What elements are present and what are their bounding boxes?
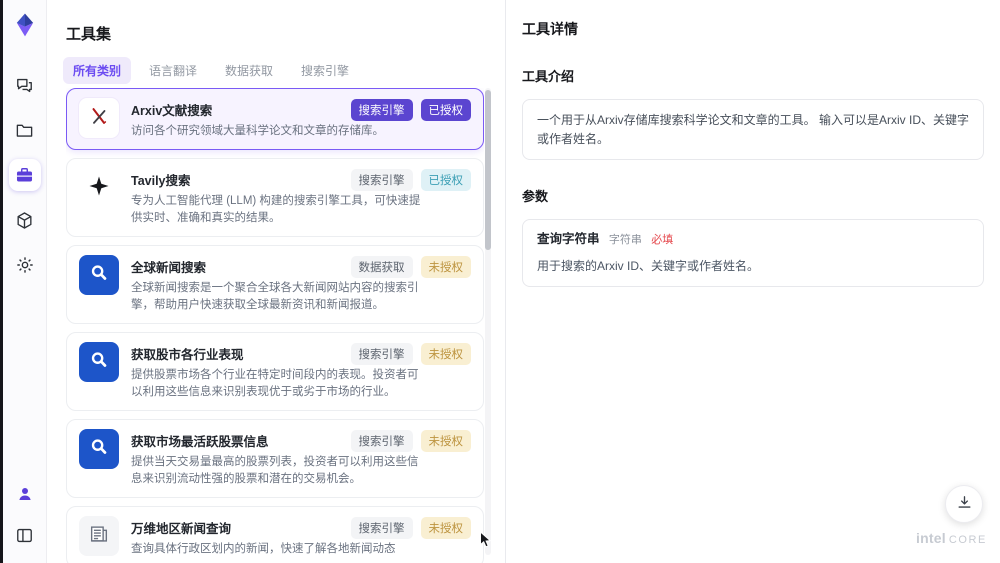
- sidebar-item-files[interactable]: [9, 114, 41, 146]
- category-badge: 搜索引擎: [350, 343, 413, 365]
- toolbox-icon: [15, 166, 34, 185]
- tool-description: 提供股票市场各个行业在特定时间段内的表现。投资者可以利用这些信息来识别表现优于或…: [131, 369, 419, 398]
- download-icon: [956, 494, 973, 514]
- news-search-icon: [88, 436, 110, 463]
- param-required-flag: 必填: [651, 234, 674, 247]
- category-tab[interactable]: 数据获取: [215, 57, 283, 84]
- tool-badges: 搜索引擎 未授权: [350, 430, 471, 452]
- params-section-title: 参数: [522, 189, 549, 205]
- params-box: 查询字符串 字符串 必填 用于搜索的Arxiv ID、关键字或作者姓名。: [522, 219, 984, 288]
- tool-detail-panel: 工具详情 工具介绍 一个用于从Arxiv存储库搜索科学论文和文章的工具。 输入可…: [505, 0, 1000, 563]
- tool-badges: 搜索引擎 未授权: [350, 517, 471, 539]
- param-item: 查询字符串 字符串 必填 用于搜索的Arxiv ID、关键字或作者姓名。: [537, 231, 969, 275]
- user-icon: [16, 485, 34, 503]
- tool-intro-box: 一个用于从Arxiv存储库搜索科学论文和文章的工具。 输入可以是Arxiv ID…: [522, 99, 984, 161]
- sidebar: [3, 0, 47, 563]
- cube-icon: [15, 211, 34, 230]
- tool-icon-tile: [79, 98, 119, 138]
- tool-badges: 搜索引擎 未授权: [350, 343, 471, 365]
- sidebar-item-chat[interactable]: [9, 69, 41, 101]
- tool-card[interactable]: 全球新闻搜索 全球新闻搜索是一个聚合全球各大新闻网站内容的搜索引擎，帮助用户快速…: [66, 245, 484, 324]
- sidebar-item-account[interactable]: [9, 478, 41, 510]
- sidebar-item-toolbox[interactable]: [8, 159, 41, 191]
- arxiv-logo-icon: [88, 105, 110, 132]
- tool-badges: 数据获取 未授权: [350, 256, 471, 278]
- tool-icon-tile: [79, 429, 119, 469]
- detail-title: 工具详情: [522, 21, 578, 37]
- tool-badges: 搜索引擎 已授权: [350, 169, 471, 191]
- tool-description: 查询具体行政区划内的新闻，快速了解各地新闻动态: [131, 543, 396, 555]
- news-search-icon: [88, 349, 110, 376]
- tool-card[interactable]: Tavily搜索 专为人工智能代理 (LLM) 构建的搜索引擎工具，可快速提供实…: [66, 158, 484, 237]
- tool-icon-tile: [79, 255, 119, 295]
- param-header: 查询字符串 字符串 必填: [537, 231, 969, 248]
- window-edge: [0, 0, 3, 563]
- category-badge: 数据获取: [350, 256, 413, 278]
- category-badge: 搜索引擎: [350, 517, 413, 539]
- sidebar-item-plugins[interactable]: [9, 204, 41, 236]
- tool-card[interactable]: 获取市场最活跃股票信息 提供当天交易量最高的股票列表，投资者可以利用这些信息来识…: [66, 419, 484, 498]
- tool-icon-tile: [79, 342, 119, 382]
- sidebar-bottom: [9, 478, 41, 551]
- category-tabs: 所有类别 语言翻译 数据获取 搜索引擎: [63, 57, 359, 84]
- auth-status-badge: 未授权: [420, 430, 471, 452]
- category-badge: 搜索引擎: [350, 430, 413, 452]
- brand-core: CORE: [948, 534, 987, 546]
- param-name: 查询字符串: [537, 232, 600, 247]
- tool-icon-tile: [79, 516, 119, 556]
- tool-badges: 搜索引擎 已授权: [350, 99, 471, 121]
- tool-list: Arxiv文献搜索 访问各个研究领域大量科学论文和文章的存储库。 搜索引擎 已授…: [66, 88, 484, 563]
- auth-status-badge: 未授权: [420, 343, 471, 365]
- scrollbar-thumb[interactable]: [485, 90, 491, 250]
- app-window: 工具集 所有类别 语言翻译 数据获取 搜索引擎 Arxiv文献搜索 访问各个研究…: [0, 0, 1000, 563]
- auth-status-badge: 未授权: [420, 256, 471, 278]
- scrollbar-track[interactable]: [485, 88, 491, 555]
- newspaper-icon: [88, 523, 110, 550]
- param-type: 字符串: [608, 234, 642, 247]
- sidebar-nav: [8, 69, 41, 281]
- tool-description: 全球新闻搜索是一个聚合全球各大新闻网站内容的搜索引擎，帮助用户快速获取全球最新资…: [131, 282, 419, 311]
- download-button[interactable]: [945, 485, 983, 523]
- gear-icon: [15, 255, 35, 275]
- chat-icon: [15, 76, 34, 95]
- sidebar-item-settings[interactable]: [9, 249, 41, 281]
- tool-card[interactable]: 获取股市各行业表现 提供股票市场各个行业在特定时间段内的表现。投资者可以利用这些…: [66, 332, 484, 411]
- category-tab[interactable]: 所有类别: [63, 57, 132, 84]
- category-badge: 搜索引擎: [350, 99, 413, 121]
- tool-card[interactable]: 万维地区新闻查询 查询具体行政区划内的新闻，快速了解各地新闻动态 搜索引擎 未授…: [66, 506, 484, 563]
- tool-description: 访问各个研究领域大量科学论文和文章的存储库。: [131, 125, 384, 137]
- auth-status-badge: 已授权: [420, 169, 471, 191]
- category-tab[interactable]: 语言翻译: [139, 57, 207, 84]
- page-title: 工具集: [66, 26, 112, 43]
- category-tab[interactable]: 搜索引擎: [291, 57, 359, 84]
- tool-card[interactable]: Arxiv文献搜索 访问各个研究领域大量科学论文和文章的存储库。 搜索引擎 已授…: [66, 88, 484, 150]
- panel-toggle-icon: [15, 526, 34, 545]
- brand-intel: intel: [916, 530, 946, 546]
- tool-icon-tile: [79, 168, 119, 208]
- news-search-icon: [88, 262, 110, 289]
- folder-icon: [15, 121, 34, 140]
- intel-core-logo: intel CORE: [916, 530, 987, 548]
- tool-description: 提供当天交易量最高的股票列表，投资者可以利用这些信息来识别流动性强的股票和潜在的…: [131, 456, 419, 485]
- intro-section-title: 工具介绍: [522, 69, 575, 84]
- param-description: 用于搜索的Arxiv ID、关键字或作者姓名。: [537, 258, 760, 273]
- tool-description: 专为人工智能代理 (LLM) 构建的搜索引擎工具，可快速提供实时、准确和真实的结…: [131, 195, 421, 224]
- auth-status-badge: 未授权: [420, 517, 471, 539]
- tools-panel: 工具集 所有类别 语言翻译 数据获取 搜索引擎 Arxiv文献搜索 访问各个研究…: [47, 0, 505, 563]
- category-badge: 搜索引擎: [350, 169, 413, 191]
- tavily-star-icon: [87, 174, 111, 203]
- app-logo-icon: [11, 11, 39, 39]
- auth-status-badge: 已授权: [420, 99, 471, 121]
- sidebar-item-collapse[interactable]: [9, 519, 41, 551]
